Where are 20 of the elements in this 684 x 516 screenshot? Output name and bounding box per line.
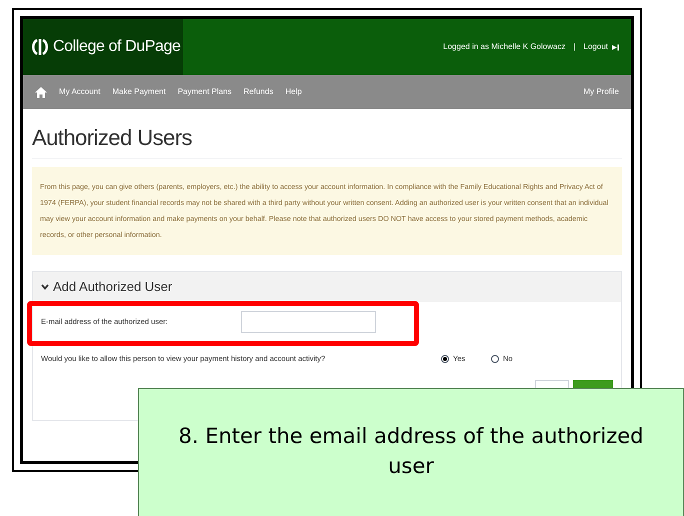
home-icon[interactable] [35,86,47,98]
separator-text: | [573,41,576,53]
nav-link[interactable]: Make Payment [112,86,166,98]
chevron-icon [41,283,49,291]
logout-icon [612,44,619,50]
logged-in-text: Logged in as Michelle K Golowacz [443,41,566,53]
nav-link[interactable]: Refunds [244,86,274,98]
nav-link[interactable]: Payment Plans [178,86,232,98]
nav-link[interactable]: My Account [59,86,100,98]
logo-icon [31,37,49,57]
logo-text: College of DuPage [53,37,181,57]
nav-link[interactable]: Help [285,86,302,98]
email-field[interactable] [241,311,376,333]
radio-button[interactable] [491,355,499,363]
page-title: Authorized Users [32,121,622,159]
logout-link[interactable]: Logout [584,41,619,53]
radio-button[interactable] [441,355,449,363]
profile-link[interactable]: My Profile [583,86,619,98]
section-header[interactable]: Add Authorized User [33,272,621,302]
callout-text: 8. Enter the email address of the authorized user [177,423,645,480]
